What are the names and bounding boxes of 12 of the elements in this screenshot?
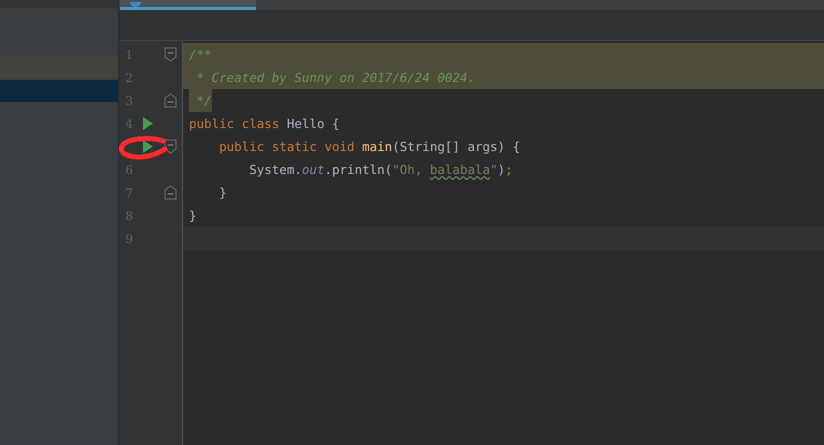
editor-tab[interactable] — [120, 0, 256, 10]
code-line: } — [218, 185, 227, 200]
run-icon[interactable] — [143, 140, 153, 153]
code-line: } — [189, 208, 197, 223]
code-line: public static void main(String[] args) { — [218, 139, 520, 154]
run-icon[interactable] — [143, 117, 153, 130]
fold-icon[interactable] — [164, 185, 177, 200]
fold-icon[interactable] — [164, 139, 177, 154]
code-line: public class Hello { — [189, 116, 340, 131]
fold-icon[interactable] — [164, 47, 177, 62]
fold-icon[interactable] — [164, 93, 177, 108]
code-line: System.out.println("Oh, balabala"); — [248, 162, 513, 177]
